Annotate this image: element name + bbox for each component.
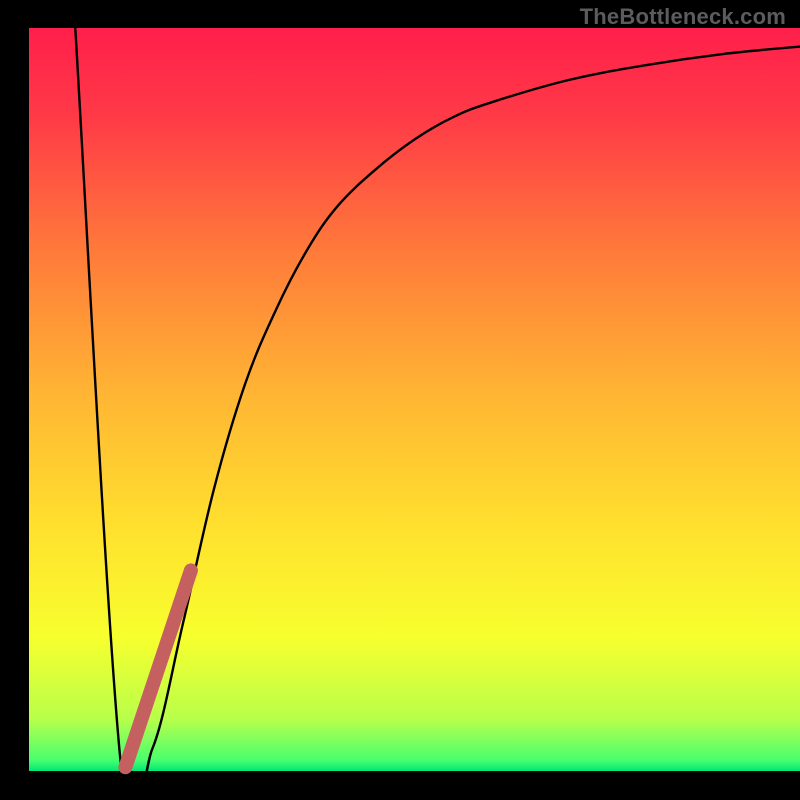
chart-svg [0, 0, 800, 800]
watermark-label: TheBottleneck.com [580, 4, 786, 30]
chart-stage: TheBottleneck.com [0, 0, 800, 800]
